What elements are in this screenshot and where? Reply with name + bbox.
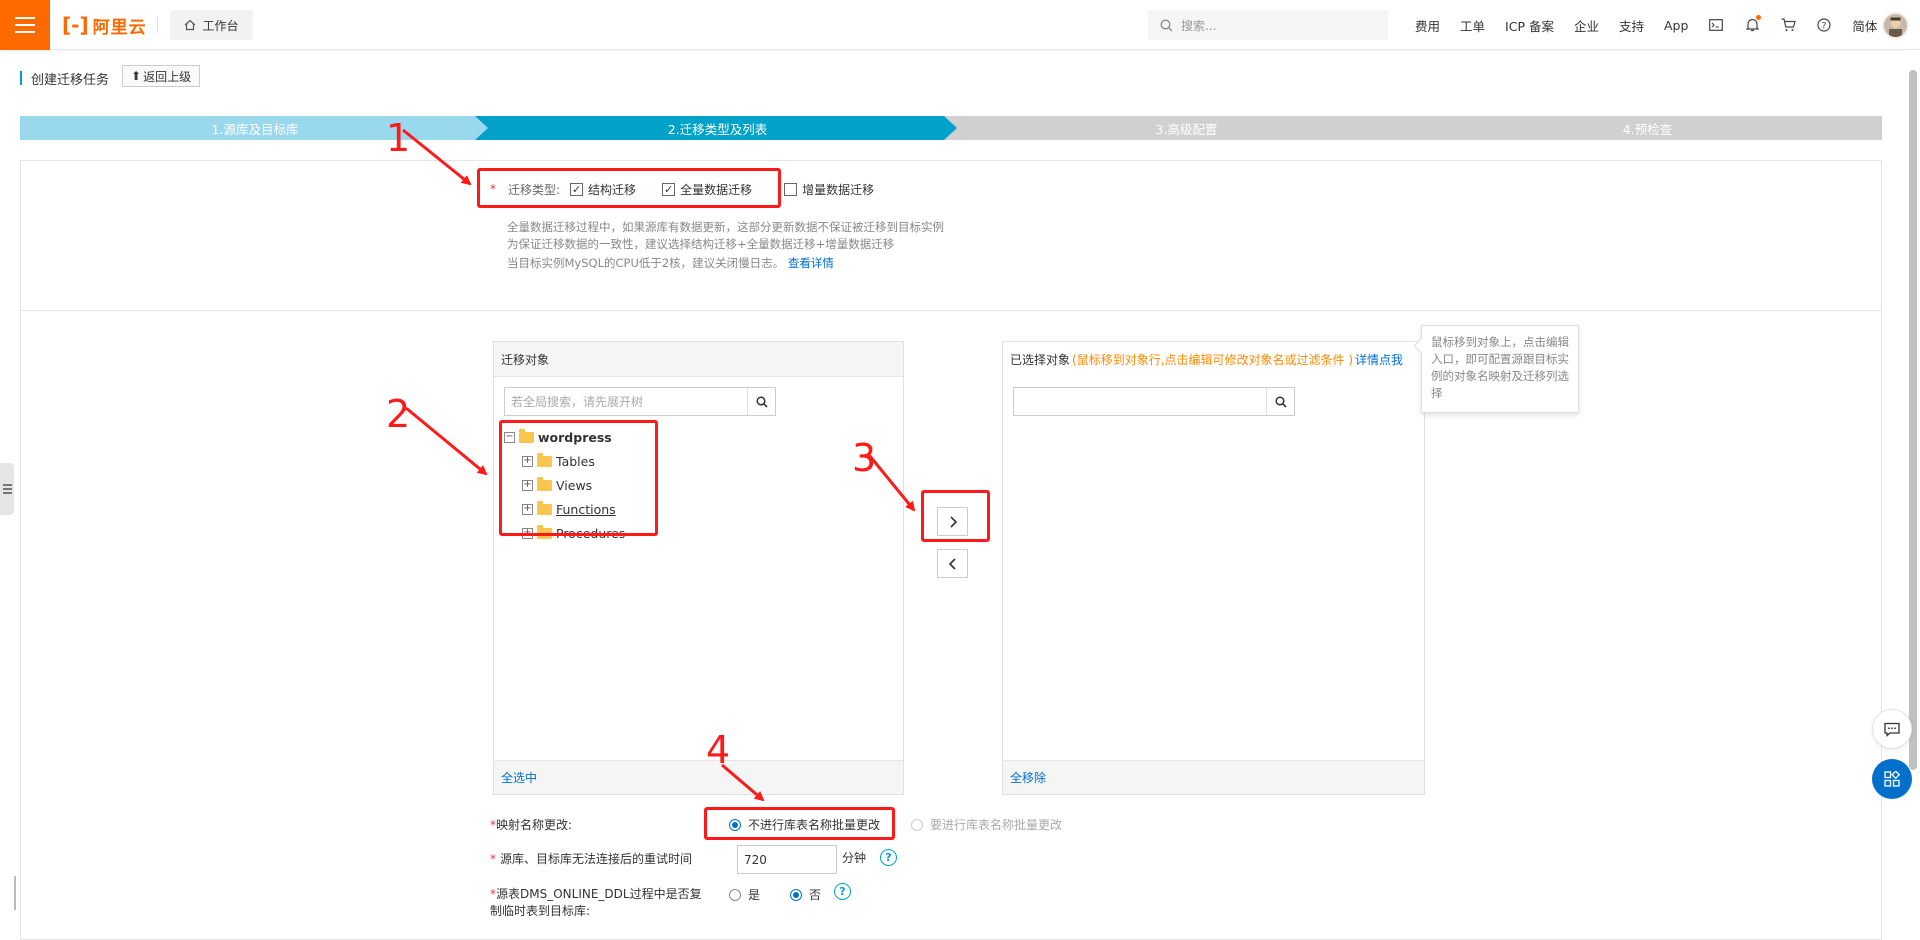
annotation-arrow-4 (721, 763, 765, 802)
page-scrollbar[interactable] (1905, 50, 1920, 928)
scrollbar-thumb[interactable] (1909, 70, 1917, 770)
annotation-arrow-3 (867, 454, 916, 512)
list-icon (2, 484, 12, 494)
apps-grid-icon (1884, 771, 1900, 787)
chat-button[interactable] (1872, 709, 1912, 749)
annotation-arrow-2 (405, 406, 488, 476)
apps-button[interactable] (1872, 759, 1912, 799)
side-drawer-tab[interactable] (0, 463, 14, 515)
chat-icon (1884, 722, 1900, 737)
annotation-arrow-1 (402, 128, 472, 186)
left-edge-marker (14, 876, 16, 910)
annotation-arrows (402, 128, 916, 802)
